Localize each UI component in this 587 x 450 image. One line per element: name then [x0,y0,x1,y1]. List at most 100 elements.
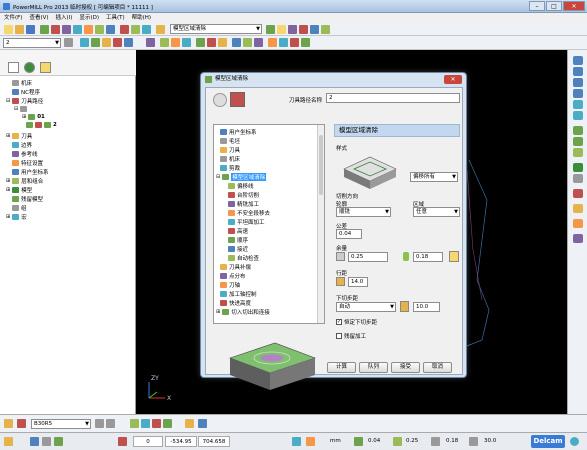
menu-tools[interactable]: 工具(T) [106,13,125,23]
view-iso-icon[interactable] [573,111,583,120]
tool-edit-icon[interactable] [95,419,104,428]
toolpath-name-input[interactable]: 2 [326,93,460,103]
delete-icon[interactable] [299,25,308,34]
menu-display[interactable]: 显示(D) [79,13,99,23]
tree-item-unsafe[interactable]: 不安全段移去 [228,209,270,217]
tool-type-icon[interactable] [17,419,26,428]
new-icon[interactable] [4,25,13,34]
block-view-icon[interactable] [573,189,583,198]
stats-icon[interactable] [321,25,330,34]
tool-copy-icon[interactable] [106,419,115,428]
explorer-item-toolpaths[interactable]: ⊟ 刀具路径 [6,97,43,105]
toolpath-thumb-icon[interactable] [230,92,245,107]
explorer-item-toolpath-group[interactable]: ⊟ [14,106,29,112]
workplane-button-icon[interactable] [213,93,227,107]
wire-icon[interactable] [279,38,288,47]
tree-item-machine[interactable]: 机床 [220,155,240,163]
shaded-icon[interactable] [290,38,299,47]
explorer-tab-tree[interactable] [8,62,19,73]
settings-icon[interactable] [288,25,297,34]
measure-icon[interactable] [160,38,169,47]
tolerance-input[interactable]: 0.04 [336,229,362,239]
menu-help[interactable]: 帮助(H) [132,13,151,23]
help-icon[interactable] [570,437,579,446]
view-icon[interactable] [113,38,122,47]
filter-icon[interactable] [182,38,191,47]
tree-item-point-distribution[interactable]: 点分布 [220,272,246,280]
allowance-settings-icon[interactable] [449,251,459,262]
layer-icon[interactable] [64,38,73,47]
minimize-button[interactable]: – [529,1,545,11]
explorer-item-stock[interactable]: 残留模型 [12,195,43,203]
select-icon[interactable] [171,38,180,47]
edit-icon[interactable] [277,25,286,34]
tree-item-order[interactable]: 顺序 [228,236,248,244]
collapse-icon[interactable]: ⊟ [14,106,18,112]
explorer-item-patterns[interactable]: 参考线 [12,150,38,158]
constant-stepdown-checkbox[interactable]: ✓ 恒定下切步距 [336,318,377,326]
tree-item-high-speed[interactable]: 高速 [228,227,248,235]
explorer-item-macros[interactable]: ⊞ 宏 [6,213,27,221]
explorer-item-machine[interactable]: 机床 [12,79,32,87]
allowance-icon[interactable] [336,252,345,261]
view-top-icon[interactable] [573,56,583,65]
tree-item-workplane[interactable]: 用户坐标系 [220,128,257,136]
color-icon[interactable] [268,38,277,47]
section-view-icon[interactable] [573,219,583,228]
tool-shank-icon[interactable] [163,419,172,428]
axial-allowance-icon[interactable] [403,252,409,261]
tree-item-leads[interactable]: ⊞ 切入切出和连接 [216,308,270,316]
zoom-in-icon[interactable] [573,126,583,135]
maximize-button[interactable]: □ [546,1,562,11]
tree-item-model-area-clearance[interactable]: ⊟ 模型区域清除 [216,173,267,181]
tool-holder-icon[interactable] [130,419,139,428]
view-front-icon[interactable] [573,100,583,109]
tool-create-icon[interactable] [4,419,13,428]
level-combo[interactable]: 2 ▼ [3,38,61,48]
explorer-item-toolpath-01[interactable]: ⊞ 01 [22,114,45,120]
fit-view-icon[interactable] [573,148,583,157]
zoom-out-icon[interactable] [573,137,583,146]
tree-item-auto-verify[interactable]: 自动检查 [228,254,259,262]
explorer-item-levels[interactable]: ⊞ 层和组合 [6,177,43,185]
tree-item-step-cut[interactable]: 台阶切削 [228,191,259,199]
explorer-tab-help[interactable] [40,62,51,73]
allowance-input[interactable]: 0.25 [348,252,388,262]
stepdown-input[interactable]: 10.0 [413,302,440,312]
nc-icon[interactable] [156,25,165,34]
table-icon[interactable] [146,38,155,47]
view-right-icon[interactable] [573,89,583,98]
profile-select[interactable]: 顺铣 ▼ [336,207,391,217]
wireframe-view-icon[interactable] [573,174,583,183]
explorer-item-nc[interactable]: NC程序 [12,88,40,96]
tree-item-flat[interactable]: 平坦面加工 [228,218,265,226]
tree-item-tool-axis[interactable]: 刀轴 [220,281,240,289]
tree-item-tool-comp[interactable]: 刀具补偿 [220,263,251,271]
cancel-button[interactable]: 取消 [423,362,452,373]
model-icon[interactable] [102,38,111,47]
explorer-item-tools[interactable]: ⊞ 刀具 [6,132,32,140]
collapse-icon[interactable]: ⊟ [6,98,10,104]
tool-check-icon[interactable] [198,419,207,428]
constant-stepdown-check[interactable]: ✓ [336,319,342,325]
material-icon[interactable] [301,38,310,47]
stepover-icon[interactable] [336,277,345,286]
menu-insert[interactable]: 插入(I) [56,13,73,23]
tree-item-rapid[interactable]: 快进高度 [220,299,251,307]
stepdown-mode-select[interactable]: 自动 ▼ [336,302,396,312]
explorer-tab-globe[interactable] [24,62,35,73]
shaded-view-icon[interactable] [573,163,583,172]
pan-icon[interactable] [207,38,216,47]
verify-icon[interactable] [131,25,140,34]
leads-icon[interactable] [84,25,93,34]
expand-icon[interactable]: ⊞ [22,114,26,120]
tool-combo[interactable]: B30R5 ▼ [31,419,91,429]
tool-icon[interactable] [73,25,82,34]
rest-machining-check[interactable] [336,333,342,339]
shade-icon[interactable] [80,38,89,47]
dialog-close-button[interactable]: ✕ [444,75,462,84]
material-view-icon[interactable] [573,204,583,213]
menu-file[interactable]: 文件(F) [4,13,22,23]
display-settings-icon[interactable] [573,234,583,243]
view-left-icon[interactable] [573,78,583,87]
